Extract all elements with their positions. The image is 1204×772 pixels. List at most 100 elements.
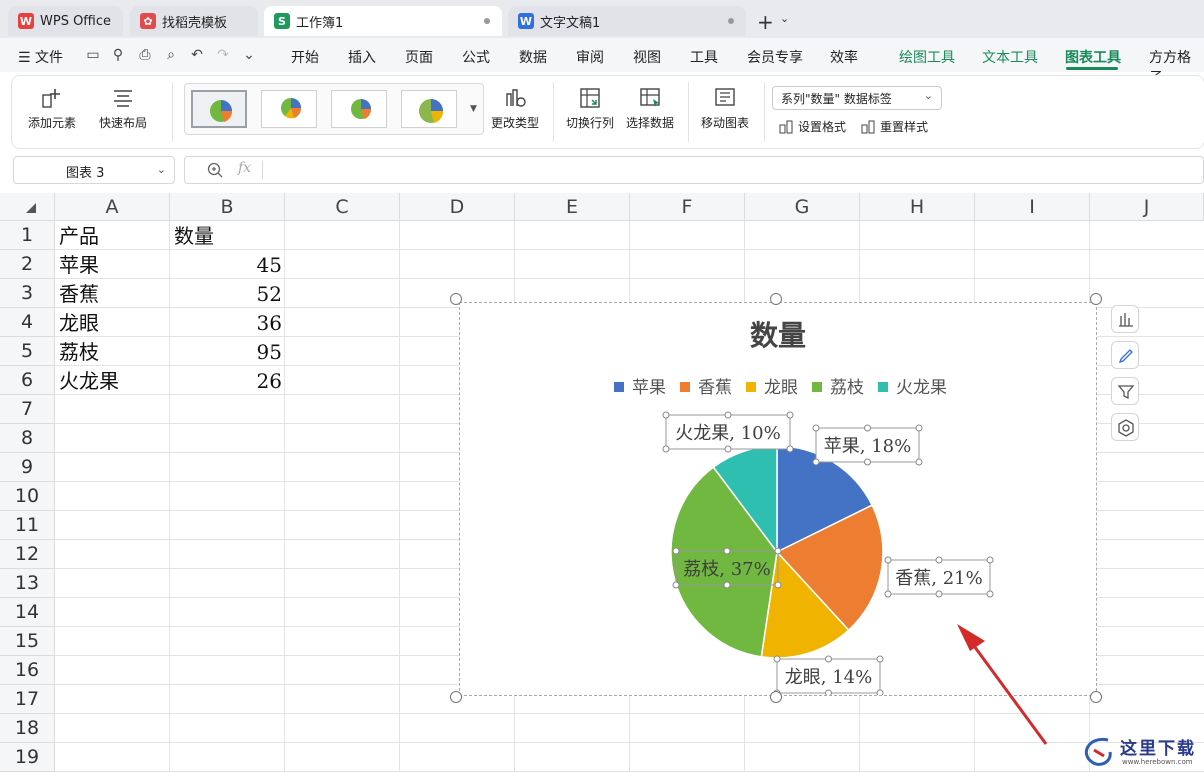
cell-b1[interactable]: 数量 xyxy=(174,222,214,251)
label-handle[interactable] xyxy=(915,424,923,432)
label-handle[interactable] xyxy=(884,556,892,564)
label-handle[interactable] xyxy=(723,547,731,555)
gallery-expand-icon[interactable]: ▼ xyxy=(470,104,477,114)
label-handle[interactable] xyxy=(876,689,884,695)
row-header-10[interactable]: 10 xyxy=(0,482,55,511)
row-header-7[interactable]: 7 xyxy=(0,395,55,424)
cell-a4[interactable]: 龙眼 xyxy=(59,309,99,338)
column-header-b[interactable]: B xyxy=(170,193,285,221)
row-header-17[interactable]: 17 xyxy=(0,685,55,714)
label-handle[interactable] xyxy=(774,547,782,555)
label-handle[interactable] xyxy=(986,590,994,598)
row-header-2[interactable]: 2 xyxy=(0,250,55,279)
label-handle[interactable] xyxy=(724,445,732,453)
data-label-text: 荔枝, 37% xyxy=(683,559,770,580)
cell-b4[interactable]: 36 xyxy=(172,309,282,338)
label-handle[interactable] xyxy=(662,411,670,419)
label-handle[interactable] xyxy=(773,655,781,663)
label-handle[interactable] xyxy=(774,581,782,589)
zoom-icon[interactable] xyxy=(206,161,224,179)
filter-icon xyxy=(1117,385,1135,400)
formula-input[interactable] xyxy=(184,156,1204,184)
column-header-f[interactable]: F xyxy=(630,193,745,221)
data-label[interactable]: 香蕉, 21% xyxy=(884,556,994,598)
chart-elements-tool[interactable] xyxy=(1111,305,1139,333)
chart-area[interactable]: 数量 苹果 香蕉 龙眼 荔枝 火龙果 苹果, 18% 香蕉, 21% 龙眼, 14% 荔枝, 37… xyxy=(459,302,1097,696)
fx-icon[interactable]: fx xyxy=(238,160,251,176)
label-handle[interactable] xyxy=(724,411,732,419)
label-handle[interactable] xyxy=(935,556,943,564)
row-header-11[interactable]: 11 xyxy=(0,511,55,540)
cell-b6[interactable]: 26 xyxy=(172,367,282,396)
move-chart-icon xyxy=(715,88,735,106)
cell-b2[interactable]: 45 xyxy=(172,251,282,280)
row-header-18[interactable]: 18 xyxy=(0,714,55,743)
chart-title[interactable]: 数量 xyxy=(750,319,806,352)
data-label-text: 苹果, 18% xyxy=(824,436,911,457)
column-header-g[interactable]: G xyxy=(745,193,860,221)
row-header-14[interactable]: 14 xyxy=(0,598,55,627)
change-type-button[interactable]: 更改类型 xyxy=(491,86,539,131)
row-header-4[interactable]: 4 xyxy=(0,308,55,337)
cell-a1[interactable]: 产品 xyxy=(59,222,99,251)
reset-style-button[interactable]: 重置样式 xyxy=(860,118,928,135)
chart-settings-tool[interactable] xyxy=(1111,413,1139,441)
column-header-j[interactable]: J xyxy=(1090,193,1204,221)
move-chart-button[interactable]: 移动图表 xyxy=(701,86,749,131)
select-data-button[interactable]: 选择数据 xyxy=(626,86,674,131)
label-handle[interactable] xyxy=(662,445,670,453)
label-handle[interactable] xyxy=(864,458,871,466)
cell-a5[interactable]: 荔枝 xyxy=(59,338,99,367)
label-handle[interactable] xyxy=(935,590,943,598)
cell-b3[interactable]: 52 xyxy=(172,280,282,309)
row-header-15[interactable]: 15 xyxy=(0,627,55,656)
label-handle[interactable] xyxy=(812,424,820,432)
column-header-a[interactable]: A xyxy=(55,193,170,221)
label-handle[interactable] xyxy=(915,458,923,466)
set-format-button[interactable]: 设置格式 xyxy=(778,118,846,135)
label-handle[interactable] xyxy=(876,655,884,663)
label-handle[interactable] xyxy=(773,689,781,695)
label-handle[interactable] xyxy=(672,547,680,555)
row-header-9[interactable]: 9 xyxy=(0,453,55,482)
column-header-c[interactable]: C xyxy=(285,193,400,221)
label-handle[interactable] xyxy=(986,556,994,564)
name-box[interactable]: 图表 3 ⌄ xyxy=(13,156,175,184)
column-header-d[interactable]: D xyxy=(400,193,515,221)
label-handle[interactable] xyxy=(812,458,820,466)
data-label[interactable]: 龙眼, 14% xyxy=(773,655,884,695)
label-handle[interactable] xyxy=(786,445,794,453)
label-handle[interactable] xyxy=(825,689,832,695)
chart-filter-tool[interactable] xyxy=(1111,377,1139,405)
column-header-e[interactable]: E xyxy=(515,193,630,221)
row-header-6[interactable]: 6 xyxy=(0,366,55,395)
label-handle[interactable] xyxy=(672,581,680,589)
label-handle[interactable] xyxy=(864,424,871,432)
data-label[interactable]: 火龙果, 10% xyxy=(662,411,794,453)
legend-swatch xyxy=(746,382,756,392)
select-all-corner[interactable] xyxy=(0,193,55,221)
row-header-8[interactable]: 8 xyxy=(0,424,55,453)
chart-style-tool[interactable] xyxy=(1111,341,1139,369)
change-type-label: 更改类型 xyxy=(491,116,540,130)
cell-b5[interactable]: 95 xyxy=(172,338,282,367)
row-header-12[interactable]: 12 xyxy=(0,540,55,569)
cell-a3[interactable]: 香蕉 xyxy=(59,280,99,309)
row-header-19[interactable]: 19 xyxy=(0,743,55,772)
row-header-16[interactable]: 16 xyxy=(0,656,55,685)
row-header-1[interactable]: 1 xyxy=(0,221,55,250)
data-label[interactable]: 苹果, 18% xyxy=(812,424,923,466)
label-handle[interactable] xyxy=(825,655,832,663)
switch-row-col-button[interactable]: 切换行列 xyxy=(566,86,614,131)
row-header-3[interactable]: 3 xyxy=(0,279,55,308)
cell-a6[interactable]: 火龙果 xyxy=(59,367,119,396)
label-handle[interactable] xyxy=(786,411,794,419)
series-element-select[interactable]: 系列"数量" 数据标签 ⌄ xyxy=(772,86,942,110)
cell-a2[interactable]: 苹果 xyxy=(59,251,99,280)
column-header-h[interactable]: H xyxy=(860,193,975,221)
row-header-5[interactable]: 5 xyxy=(0,337,55,366)
row-header-13[interactable]: 13 xyxy=(0,569,55,598)
column-header-i[interactable]: I xyxy=(975,193,1090,221)
label-handle[interactable] xyxy=(723,581,731,589)
label-handle[interactable] xyxy=(884,590,892,598)
